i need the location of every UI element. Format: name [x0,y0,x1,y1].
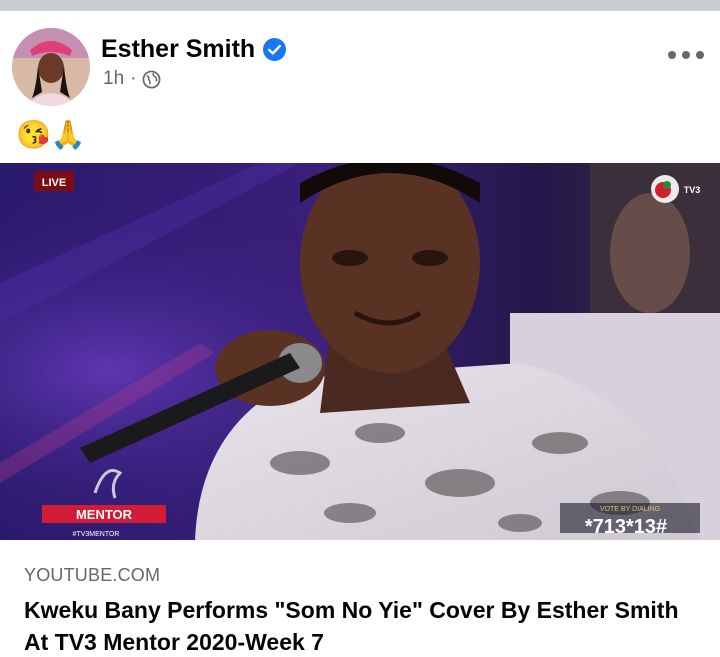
verified-badge-icon [263,38,287,61]
author-name-text[interactable]: Esther Smith [101,35,255,64]
show-logo-text: MENTOR [76,507,133,522]
globe-icon [142,70,161,89]
more-dot [682,51,690,59]
more-dot [696,51,704,59]
avatar[interactable] [12,28,90,106]
vote-code-text: *713*13# [585,516,667,538]
post-header: Esther Smith 1h · [0,11,720,111]
meta-separator: · [130,68,137,89]
video-thumbnail[interactable]: LIVE TV3 MENTOR #TV3MENTOR VOTE BY DIALI… [0,163,720,540]
live-badge-text: LIVE [42,177,66,189]
more-dot [668,51,676,59]
top-divider [0,0,720,11]
show-handle-text: #TV3MENTOR [73,531,120,538]
post-timestamp[interactable]: 1h [103,68,124,90]
video-frame: LIVE TV3 MENTOR #TV3MENTOR VOTE BY DIALI… [0,163,720,540]
channel-logo-text: TV3 [684,185,701,195]
link-domain: YOUTUBE.COM [24,565,161,585]
post-text: 😘🙏 [16,119,86,150]
author-name[interactable]: Esther Smith [101,35,287,64]
vote-label-text: VOTE BY DIALING [600,506,660,513]
more-options-icon[interactable] [668,45,704,65]
post-meta: 1h · [103,68,161,90]
link-preview[interactable]: YOUTUBE.COM Kweku Bany Performs "Som No … [0,540,720,657]
link-title[interactable]: Kweku Bany Performs "Som No Yie" Cover B… [24,594,704,657]
